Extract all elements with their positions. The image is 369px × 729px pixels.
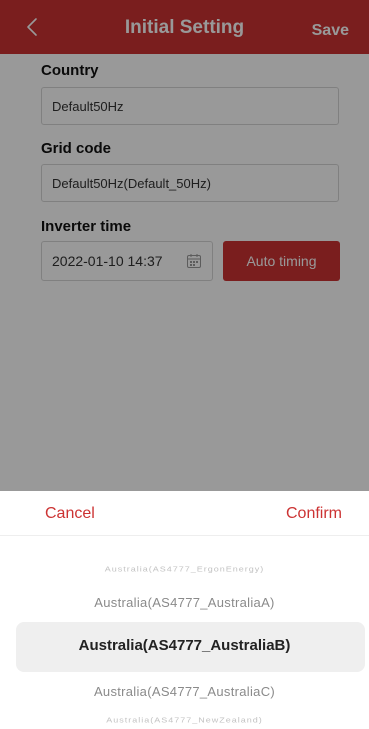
picker-option[interactable]: Australia(AS4777_ErgonEnergy) [0,565,369,573]
picker-option[interactable]: Australia(AS4777_AustraliaC) [0,684,369,699]
grid-code-picker: Cancel Confirm Australia(AS4777_ErgonEne… [0,491,369,729]
picker-option-selected[interactable]: Australia(AS4777_AustraliaB) [0,637,369,654]
picker-option[interactable]: Australia(AS4777_NewZealand) [0,716,369,724]
confirm-button[interactable]: Confirm [286,505,342,523]
picker-toolbar: Cancel Confirm [0,491,369,536]
picker-wheel[interactable]: Australia(AS4777_ErgonEnergy) Australia(… [0,536,369,729]
initial-setting-screen: Initial Setting Save Country Default50Hz… [0,0,369,729]
cancel-button[interactable]: Cancel [45,505,95,523]
picker-option[interactable]: Australia(AS4777_AustraliaA) [0,595,369,610]
